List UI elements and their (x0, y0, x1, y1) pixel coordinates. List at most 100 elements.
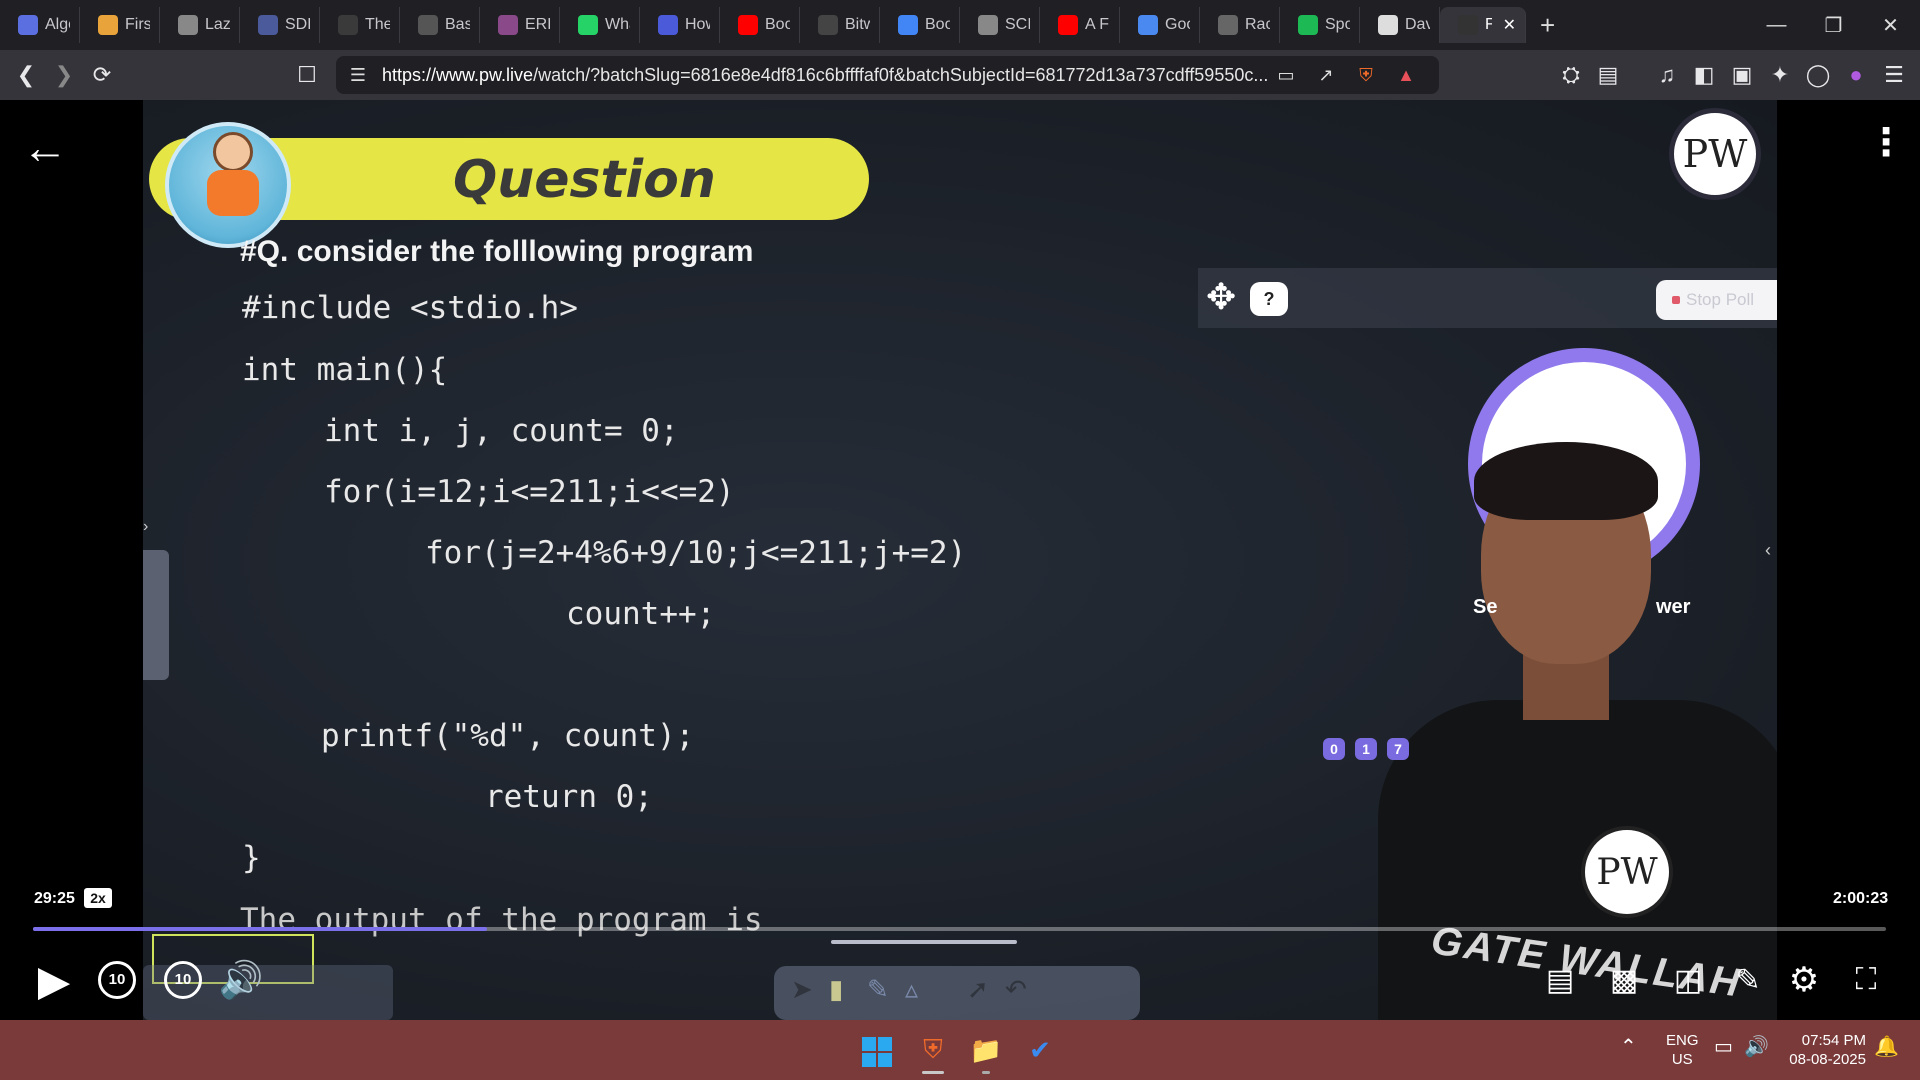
translate-icon[interactable]: ▩ (1602, 952, 1646, 1008)
extensions-icon[interactable]: ⛭ (1553, 50, 1589, 100)
volume-icon[interactable]: 🔊 (1744, 1037, 1769, 1057)
left-panel-handle[interactable] (143, 550, 169, 680)
tab-label: Wha (605, 16, 630, 33)
progress-bar[interactable] (33, 927, 1886, 931)
volume-button[interactable]: 🔊 (216, 952, 266, 1008)
more-options-icon[interactable]: ⋮ (1867, 120, 1905, 165)
browser-tab[interactable]: ERR (480, 7, 560, 43)
spotify-icon (1298, 15, 1318, 35)
share-icon[interactable]: ↗ (1310, 56, 1342, 94)
back-arrow-icon[interactable]: ← (22, 120, 68, 174)
open-app-indicator (982, 1071, 990, 1074)
new-tab-button[interactable]: + (1526, 10, 1569, 41)
picture-in-picture-icon[interactable]: ◫ (1666, 952, 1710, 1008)
fullscreen-icon[interactable]: ⛶ (1844, 952, 1888, 1008)
tab-label: Spo (1325, 16, 1350, 33)
active-app-indicator (922, 1071, 944, 1074)
browser-tab[interactable]: Boo (880, 7, 960, 43)
video-viewport[interactable]: Question #Q. consider the folllowing pro… (0, 100, 1920, 1020)
network-icon[interactable]: ▭ (1714, 1037, 1733, 1057)
browser-tab[interactable]: How (640, 7, 720, 43)
url-text[interactable]: https://www.pw.live/watch/?batchSlug=681… (382, 56, 1268, 94)
reload-button[interactable]: ⟳ (84, 50, 120, 100)
poll-option[interactable]: 1 (1355, 738, 1377, 760)
presenter-image (1358, 430, 1777, 1020)
tab-label: Boo (765, 16, 790, 33)
browser-tab[interactable]: The (320, 7, 400, 43)
brave-rewards-icon[interactable]: ▲ (1390, 56, 1422, 94)
windows-start-icon[interactable] (862, 1037, 892, 1067)
tab-list: Algo First Lazy SDL The Basi ERR Wha How Boo Bitw B… (0, 0, 1526, 50)
tab-label: Dav (1405, 16, 1430, 33)
menu-icon[interactable]: ☰ (1876, 50, 1912, 100)
back-button[interactable]: ❮ (8, 50, 44, 100)
site-settings-icon[interactable]: ☰ (342, 56, 374, 94)
right-chevron-icon[interactable]: ‹ (1765, 540, 1771, 561)
tab-label: Rac (1245, 16, 1270, 33)
code-line: int main(){ (242, 352, 448, 388)
browser-tab[interactable]: Goo (1120, 7, 1200, 43)
left-chevron-icon[interactable]: › (143, 518, 153, 548)
browser-tab[interactable]: Dav (1360, 7, 1440, 43)
settings-gear-icon[interactable]: ⚙ (1782, 952, 1826, 1008)
leo-ai-icon[interactable]: ✦ (1762, 50, 1798, 100)
whiteboard-handle[interactable] (831, 940, 1017, 944)
forward-10-button[interactable]: 10 (161, 952, 205, 1008)
browser-tab[interactable]: SDL (240, 7, 320, 43)
profile-icon[interactable]: ● (1838, 50, 1874, 100)
chat-icon[interactable]: ▤ (1538, 952, 1582, 1008)
vpn-icon[interactable]: ◯ (1800, 50, 1836, 100)
reader-mode-icon[interactable]: ▤ (1590, 50, 1626, 100)
playback-speed-badge[interactable]: 2x (84, 888, 112, 908)
mascot-image (165, 122, 291, 248)
wallet-icon[interactable]: ▣ (1724, 50, 1760, 100)
browser-tab[interactable]: Algo (0, 7, 80, 43)
tab-label: Lazy (205, 16, 230, 33)
youtube-icon (738, 15, 758, 35)
clock[interactable]: 07:54 PM 08-08-2025 (1786, 1031, 1866, 1069)
browser-tab[interactable]: Basi (400, 7, 480, 43)
poll-option[interactable]: 7 (1387, 738, 1409, 760)
browser-tab[interactable]: First (80, 7, 160, 43)
help-bubble-icon[interactable]: ? (1250, 282, 1288, 316)
sidebar-icon[interactable]: ◧ (1686, 50, 1722, 100)
forward-button[interactable]: ❯ (46, 50, 82, 100)
cast-icon[interactable]: ▭ (1270, 56, 1302, 94)
windows-taskbar: ⛨ 📁 ✔ ⌃ ENG US ▭ 🔊 07:54 PM 08-08-2025 🔔 (0, 1020, 1920, 1080)
notes-icon[interactable]: ✎ (1726, 952, 1770, 1008)
site-icon (818, 15, 838, 35)
file-explorer-icon[interactable]: 📁 (968, 1032, 1004, 1068)
tray-overflow-icon[interactable]: ⌃ (1620, 1037, 1637, 1057)
browser-tab[interactable]: Spo (1280, 7, 1360, 43)
browser-tab[interactable]: SCII (960, 7, 1040, 43)
close-tab-icon[interactable]: ✕ (1503, 15, 1516, 35)
todo-app-icon[interactable]: ✔ (1022, 1032, 1058, 1068)
video-frame[interactable]: Question #Q. consider the folllowing pro… (143, 100, 1777, 1020)
brave-browser-icon[interactable]: ⛨ (915, 1032, 951, 1068)
minimize-button[interactable]: — (1748, 0, 1805, 50)
close-window-button[interactable]: ✕ (1862, 0, 1919, 50)
play-button[interactable]: ▶ (32, 952, 76, 1008)
move-icon[interactable]: ✥ (1206, 276, 1236, 318)
code-line: #include <stdio.h> (242, 290, 578, 326)
address-bar[interactable]: ☰ https://www.pw.live/watch/?batchSlug=6… (336, 56, 1439, 94)
brave-shields-icon[interactable]: ⛨ (1350, 56, 1382, 94)
rewind-10-button[interactable]: 10 (95, 952, 139, 1008)
browser-tab[interactable]: F✕ (1440, 7, 1526, 43)
browser-tab[interactable]: Boo (720, 7, 800, 43)
bookmark-icon[interactable]: ☐ (289, 50, 325, 100)
poll-option[interactable]: 0 (1323, 738, 1345, 760)
language-indicator[interactable]: ENG US (1666, 1031, 1699, 1069)
progress-fill (33, 927, 487, 931)
browser-tab[interactable]: A Fi (1040, 7, 1120, 43)
pointer-icon: ➤ (791, 974, 813, 1004)
browser-tab[interactable]: Bitw (800, 7, 880, 43)
notification-bell-icon[interactable]: 🔔 (1874, 1037, 1899, 1057)
browser-tab[interactable]: Rac (1200, 7, 1280, 43)
browser-tab[interactable]: Lazy (160, 7, 240, 43)
tab-label: How (685, 16, 710, 33)
media-icon[interactable]: ♫ (1649, 50, 1685, 100)
stop-poll-button[interactable]: Stop Poll (1656, 280, 1777, 320)
restore-button[interactable]: ❐ (1805, 0, 1862, 50)
browser-tab[interactable]: Wha (560, 7, 640, 43)
